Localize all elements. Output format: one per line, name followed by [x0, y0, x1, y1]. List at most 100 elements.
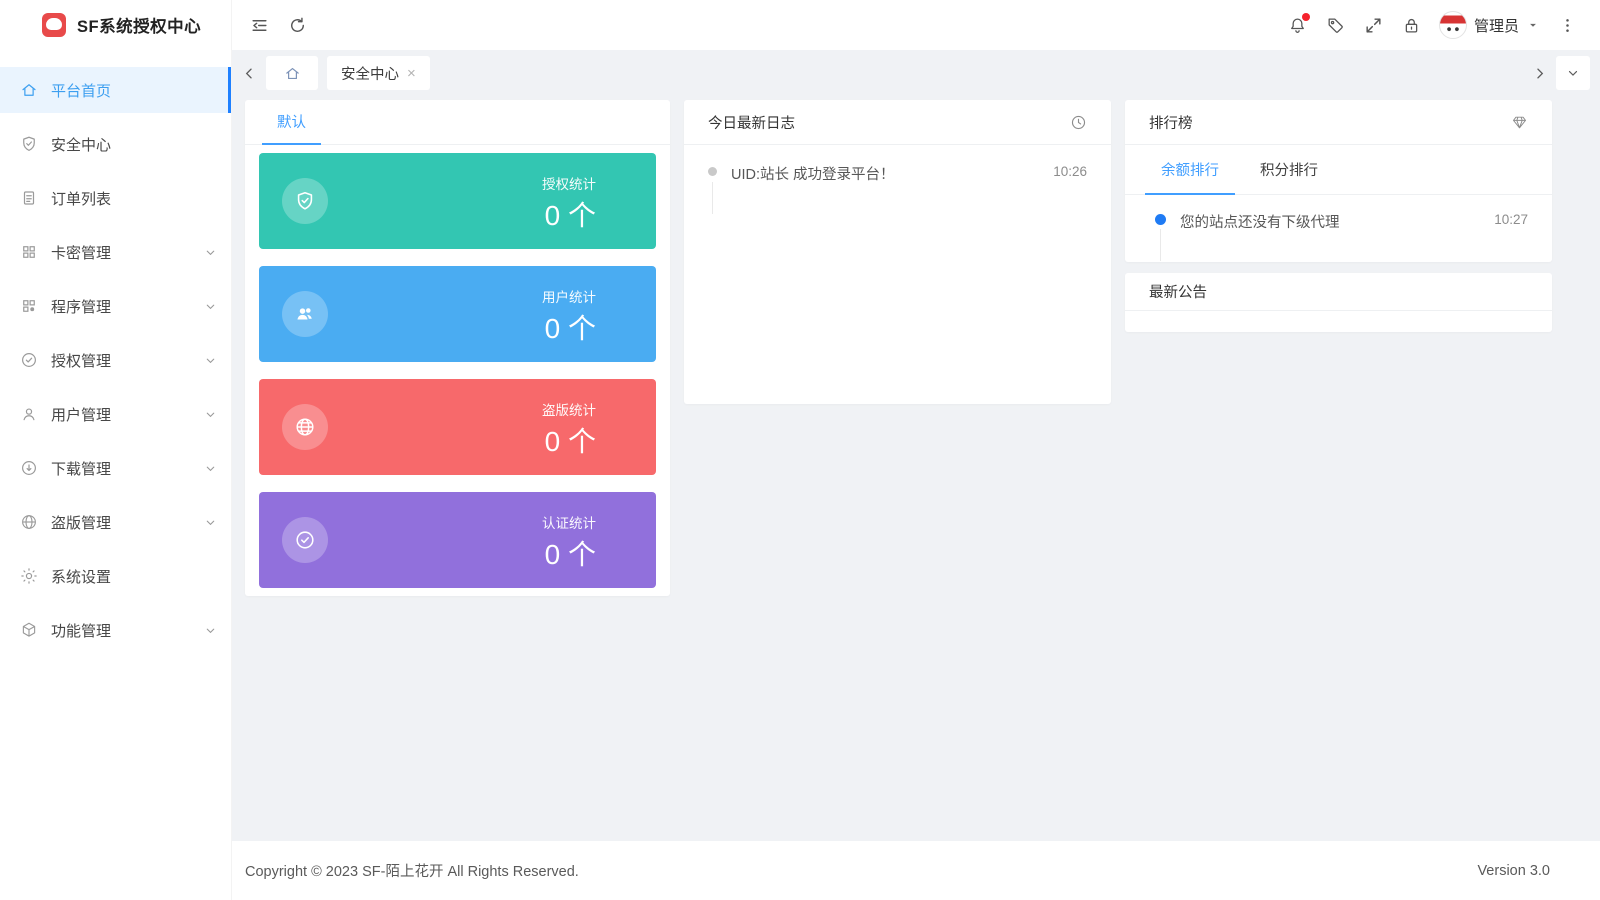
right-panels: 排行榜 余额排行 积分排行 您的站点还没有下级代理 10:27 — [1125, 100, 1552, 332]
sidebar-item-function-management[interactable]: 功能管理 — [0, 607, 231, 653]
lock-screen-button[interactable] — [1393, 6, 1431, 44]
sidebar-item-system-settings[interactable]: 系统设置 — [0, 553, 231, 599]
user-icon — [20, 405, 38, 423]
gear-icon — [20, 567, 38, 585]
sidebar-item-order-list[interactable]: 订单列表 — [0, 175, 231, 221]
sidebar-item-label: 功能管理 — [51, 620, 111, 641]
refresh-button[interactable] — [278, 6, 316, 44]
tab-default[interactable]: 默认 — [262, 100, 321, 145]
tag-button[interactable] — [1317, 6, 1355, 44]
ranking-list: 您的站点还没有下级代理 10:27 — [1125, 195, 1552, 232]
lock-icon — [1402, 16, 1421, 35]
sidebar-item-label: 用户管理 — [51, 404, 111, 425]
stats-tab-header: 默认 — [245, 100, 670, 145]
sidebar-item-label: 盗版管理 — [51, 512, 111, 533]
cube-icon — [20, 621, 38, 639]
ranking-entry[interactable]: 您的站点还没有下级代理 10:27 — [1155, 210, 1528, 232]
sidebar-item-label: 安全中心 — [51, 134, 111, 155]
sidebar-item-program[interactable]: 程序管理 — [0, 283, 231, 329]
notification-badge — [1302, 13, 1310, 21]
version-text: Version 3.0 — [1477, 863, 1550, 879]
chevron-down-icon — [204, 516, 217, 529]
sidebar-item-label: 程序管理 — [51, 296, 111, 317]
kebab-icon — [1558, 16, 1577, 35]
footer: Copyright © 2023 SF-陌上花开 All Rights Rese… — [232, 841, 1600, 900]
sidebar-item-user-management[interactable]: 用户管理 — [0, 391, 231, 437]
diamond-icon[interactable] — [1511, 114, 1528, 131]
tab-security-center[interactable]: 安全中心 × — [327, 56, 430, 90]
ranking-panel: 排行榜 余额排行 积分排行 您的站点还没有下级代理 10:27 — [1125, 100, 1552, 262]
chevron-down-icon — [204, 354, 217, 367]
tab-home[interactable] — [266, 56, 318, 90]
stat-card-users[interactable]: 用户统计 0 个 — [259, 266, 656, 362]
ranking-panel-header: 排行榜 — [1125, 100, 1552, 145]
ranking-panel-title: 排行榜 — [1149, 112, 1193, 133]
clock-icon[interactable] — [1070, 114, 1087, 131]
stat-label: 盗版统计 — [542, 399, 596, 419]
collapse-icon — [250, 16, 269, 35]
log-entry-text: UID:站长 成功登录平台！ — [731, 162, 1053, 184]
stat-card-authorization[interactable]: 授权统计 0 个 — [259, 153, 656, 249]
notice-panel-header: 最新公告 — [1125, 273, 1552, 311]
chevron-down-icon — [204, 300, 217, 313]
brand: SF系统授权中心 — [0, 0, 231, 50]
sidebar-item-security-center[interactable]: 安全中心 — [0, 121, 231, 167]
app-window: SF系统授权中心 平台首页 安全中心 订单列表 — [0, 0, 1600, 900]
app-title: SF系统授权中心 — [77, 13, 201, 37]
content-area: 默认 授权统计 0 个 — [232, 96, 1600, 841]
log-list: UID:站长 成功登录平台！ 10:26 — [684, 145, 1111, 184]
sidebar: SF系统授权中心 平台首页 安全中心 订单列表 — [0, 0, 232, 900]
check-circle-icon — [282, 517, 328, 563]
sidebar-item-card-key[interactable]: 卡密管理 — [0, 229, 231, 275]
stat-value: 0 个 — [542, 541, 596, 569]
sidebar-item-label: 订单列表 — [51, 188, 111, 209]
stat-label: 授权统计 — [542, 173, 596, 193]
card-grid-icon — [20, 243, 38, 261]
tab-close-icon[interactable]: × — [407, 66, 416, 81]
program-grid-icon — [20, 297, 38, 315]
collapse-sidebar-button[interactable] — [240, 6, 278, 44]
notice-body — [1125, 311, 1552, 332]
download-icon — [20, 459, 38, 477]
tabs-scroll-right-button[interactable] — [1532, 66, 1547, 81]
stat-label: 用户统计 — [542, 286, 596, 306]
users-icon — [282, 291, 328, 337]
tab-points-ranking[interactable]: 积分排行 — [1244, 145, 1334, 195]
more-menu-button[interactable] — [1548, 6, 1586, 44]
tabs-scroll-left-button[interactable] — [242, 66, 257, 81]
chevron-down-icon — [204, 408, 217, 421]
stat-card-piracy[interactable]: 盗版统计 0 个 — [259, 379, 656, 475]
caret-down-icon — [1526, 18, 1540, 32]
sidebar-item-authorization[interactable]: 授权管理 — [0, 337, 231, 383]
sidebar-menu: 平台首页 安全中心 订单列表 卡密管理 — [0, 50, 231, 653]
app-logo-icon — [42, 13, 66, 37]
ranking-entry-time: 10:27 — [1494, 210, 1528, 227]
sidebar-item-label: 授权管理 — [51, 350, 111, 371]
stat-card-certification[interactable]: 认证统计 0 个 — [259, 492, 656, 588]
fullscreen-button[interactable] — [1355, 6, 1393, 44]
sidebar-item-platform-home[interactable]: 平台首页 — [0, 67, 231, 113]
log-panel-title: 今日最新日志 — [708, 112, 795, 133]
chevron-down-icon — [204, 462, 217, 475]
chevron-down-icon — [204, 246, 217, 259]
sidebar-item-download-management[interactable]: 下载管理 — [0, 445, 231, 491]
stat-value: 0 个 — [542, 202, 596, 230]
sidebar-item-piracy-management[interactable]: 盗版管理 — [0, 499, 231, 545]
stat-value: 0 个 — [542, 315, 596, 343]
notice-panel: 最新公告 — [1125, 273, 1552, 332]
log-entry-time: 10:26 — [1053, 162, 1087, 179]
globe-icon — [282, 404, 328, 450]
tabs-dropdown-button[interactable] — [1556, 56, 1590, 90]
timeline-dot-icon — [1155, 214, 1166, 225]
sidebar-item-label: 卡密管理 — [51, 242, 111, 263]
tab-balance-ranking[interactable]: 余额排行 — [1145, 145, 1235, 195]
log-panel-header: 今日最新日志 — [684, 100, 1111, 145]
tab-label: 安全中心 — [341, 63, 399, 84]
notifications-button[interactable] — [1279, 6, 1317, 44]
log-entry[interactable]: UID:站长 成功登录平台！ 10:26 — [708, 162, 1087, 184]
log-panel: 今日最新日志 UID:站长 成功登录平台！ 10:26 — [684, 100, 1111, 404]
globe-icon — [20, 513, 38, 531]
refresh-icon — [288, 16, 307, 35]
user-menu[interactable]: 管理员 — [1431, 11, 1548, 39]
shield-icon — [20, 135, 38, 153]
